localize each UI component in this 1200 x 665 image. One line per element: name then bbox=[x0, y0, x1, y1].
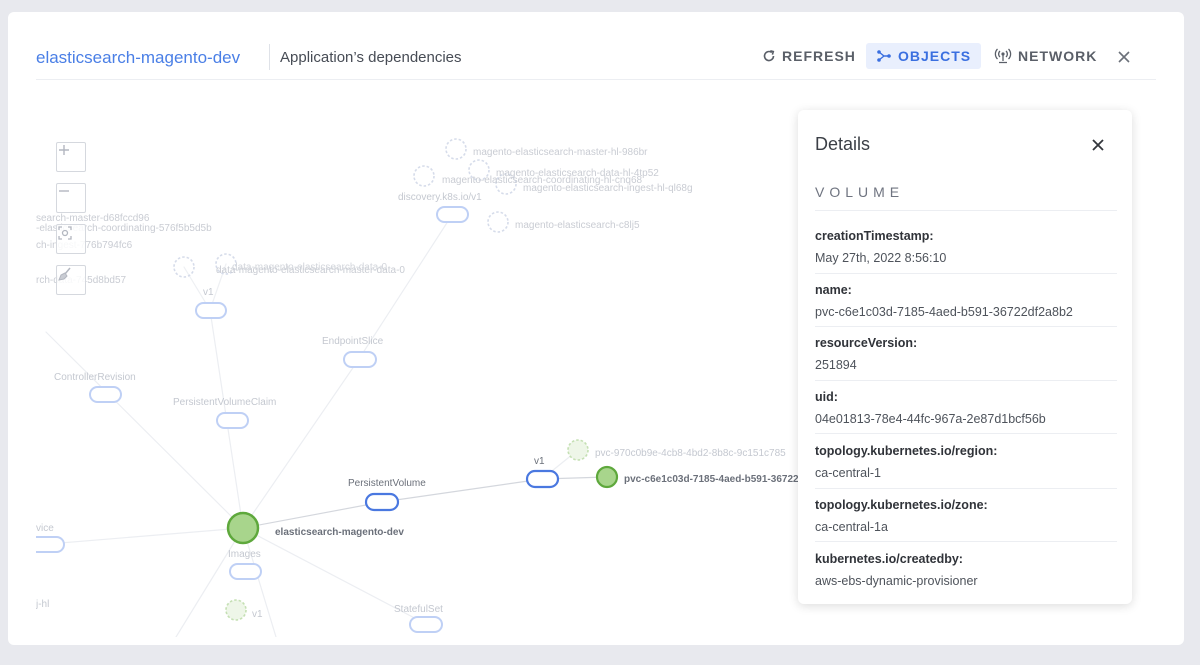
images-label: Images bbox=[228, 549, 261, 560]
fit-view-button[interactable] bbox=[56, 224, 86, 254]
app-title[interactable]: elasticsearch-magento-dev bbox=[36, 48, 240, 68]
faded-node[interactable] bbox=[413, 165, 435, 187]
endpointslice-label: EndpointSlice bbox=[322, 336, 384, 347]
faded-node-label: data-magento-elasticsearch-data-0 bbox=[232, 262, 388, 273]
details-title: Details bbox=[815, 134, 871, 154]
details-divider bbox=[815, 210, 1117, 211]
statefulset-label: StatefulSet bbox=[394, 604, 443, 615]
edge-node-controller-revision[interactable] bbox=[89, 386, 122, 403]
pvc-label: PersistentVolumeClaim bbox=[173, 397, 276, 408]
property-key: resourceVersion: bbox=[815, 336, 918, 350]
network-antenna-icon bbox=[994, 48, 1012, 64]
property-row: topology.kubernetes.io/region: ca-centra… bbox=[815, 444, 1115, 480]
faded-node-label: magento-elasticsearch-c8lj5 bbox=[515, 220, 640, 231]
selected-volume-node[interactable] bbox=[595, 465, 619, 489]
close-details-icon[interactable] bbox=[1090, 137, 1106, 153]
property-row: uid: 04e01813-78e4-44fc-967a-2e87d1bcf56… bbox=[815, 390, 1115, 426]
faded-node[interactable] bbox=[487, 211, 509, 233]
property-divider bbox=[815, 326, 1117, 327]
discovery-label: discovery.k8s.io/v1 bbox=[398, 192, 482, 203]
edge bbox=[36, 527, 244, 546]
edge-node-v1[interactable] bbox=[525, 469, 560, 489]
app-node-label: elasticsearch-magento-dev bbox=[275, 527, 404, 538]
persistent-volume-label: PersistentVolume bbox=[348, 478, 426, 489]
edge-node-persistent-volume[interactable] bbox=[364, 492, 400, 512]
property-key: kubernetes.io/createdby: bbox=[815, 552, 963, 566]
app-node[interactable] bbox=[226, 511, 260, 545]
property-divider bbox=[815, 488, 1117, 489]
property-row: resourceVersion: 251894 bbox=[815, 336, 1115, 372]
image-v1-label: v1 bbox=[252, 609, 263, 620]
edge-node-statefulset[interactable] bbox=[409, 616, 443, 633]
property-divider bbox=[815, 273, 1117, 274]
property-row: creationTimestamp: May 27th, 2022 8:56:1… bbox=[815, 229, 1115, 265]
edge bbox=[175, 527, 244, 637]
zoom-out-button[interactable] bbox=[56, 183, 86, 213]
header-divider bbox=[36, 79, 1156, 80]
v1-claim-label: v1 bbox=[203, 287, 214, 298]
property-divider bbox=[815, 433, 1117, 434]
property-key: topology.kubernetes.io/region: bbox=[815, 444, 998, 458]
property-row: name: pvc-c6e1c03d-7185-4aed-b591-36722d… bbox=[815, 283, 1115, 319]
property-divider bbox=[815, 541, 1117, 542]
edge-node-pvc[interactable] bbox=[216, 412, 249, 429]
headless-label: j-hl bbox=[36, 599, 49, 610]
edge-node-discovery[interactable] bbox=[436, 206, 469, 223]
volume-label: pvc-970c0b9e-4cb8-4bd2-8b8c-9c151c785 bbox=[595, 448, 786, 459]
page-subtitle: Application’s dependencies bbox=[280, 49, 462, 66]
edge bbox=[242, 501, 383, 529]
edge bbox=[45, 331, 244, 529]
edge bbox=[242, 527, 277, 637]
header-separator bbox=[269, 44, 270, 70]
property-value: ca-central-1 bbox=[815, 466, 881, 480]
edge-node-endpointslice[interactable] bbox=[343, 351, 377, 368]
refresh-label: REFRESH bbox=[782, 48, 856, 64]
zoom-in-button[interactable] bbox=[56, 142, 86, 172]
service-label: vice bbox=[36, 523, 54, 534]
faded-node-label: magento-elasticsearch-ingest-hl-ql68g bbox=[523, 183, 693, 194]
refresh-button[interactable]: REFRESH bbox=[752, 43, 866, 69]
resource-kind: VOLUME bbox=[815, 184, 905, 200]
edge bbox=[242, 358, 360, 529]
focus-frame-icon bbox=[58, 226, 72, 240]
v1-label: v1 bbox=[534, 456, 545, 467]
property-value: 251894 bbox=[815, 358, 857, 372]
objects-tree-icon bbox=[877, 50, 891, 62]
property-row: kubernetes.io/createdby: aws-ebs-dynamic… bbox=[815, 552, 1115, 588]
clear-layout-button[interactable] bbox=[56, 265, 86, 295]
image-node[interactable] bbox=[225, 599, 247, 621]
dependencies-dialog: elasticsearch-magento-dev Application’s … bbox=[8, 12, 1184, 645]
dialog-header: elasticsearch-magento-dev Application’s … bbox=[8, 12, 1184, 80]
property-key: creationTimestamp: bbox=[815, 229, 934, 243]
close-dialog-icon[interactable] bbox=[1115, 48, 1133, 66]
property-value: May 27th, 2022 8:56:10 bbox=[815, 251, 947, 265]
edge-node-v1-claim[interactable] bbox=[195, 302, 227, 319]
property-value: aws-ebs-dynamic-provisioner bbox=[815, 574, 978, 588]
broom-icon bbox=[58, 267, 71, 281]
network-label: NETWORK bbox=[1018, 48, 1098, 64]
edge-node-service[interactable] bbox=[36, 536, 65, 553]
property-key: name: bbox=[815, 283, 852, 297]
selected-volume-label: pvc-c6e1c03d-7185-4aed-b591-36722 bbox=[624, 474, 799, 485]
controller-revision-label: ControllerRevision bbox=[54, 372, 136, 383]
objects-button[interactable]: OBJECTS bbox=[866, 43, 982, 69]
property-divider bbox=[815, 380, 1117, 381]
refresh-icon bbox=[763, 50, 775, 62]
minus-icon bbox=[59, 190, 69, 192]
property-key: uid: bbox=[815, 390, 838, 404]
faded-node-label: magento-elasticsearch-master-hl-986br bbox=[473, 147, 648, 158]
edge-node-images[interactable] bbox=[229, 563, 262, 580]
property-key: topology.kubernetes.io/zone: bbox=[815, 498, 988, 512]
network-button[interactable]: NETWORK bbox=[984, 43, 1107, 69]
property-value: ca-central-1a bbox=[815, 520, 888, 534]
volume-node[interactable] bbox=[567, 439, 589, 461]
details-panel: Details VOLUME creationTimestamp: May 27… bbox=[798, 110, 1132, 604]
faded-node[interactable] bbox=[445, 138, 467, 160]
plus-icon bbox=[59, 145, 69, 155]
objects-label: OBJECTS bbox=[898, 48, 972, 64]
property-value: pvc-c6e1c03d-7185-4aed-b591-36722df2a8b2 bbox=[815, 305, 1073, 319]
property-row: topology.kubernetes.io/zone: ca-central-… bbox=[815, 498, 1115, 534]
property-value: 04e01813-78e4-44fc-967a-2e87d1bcf56b bbox=[815, 412, 1046, 426]
